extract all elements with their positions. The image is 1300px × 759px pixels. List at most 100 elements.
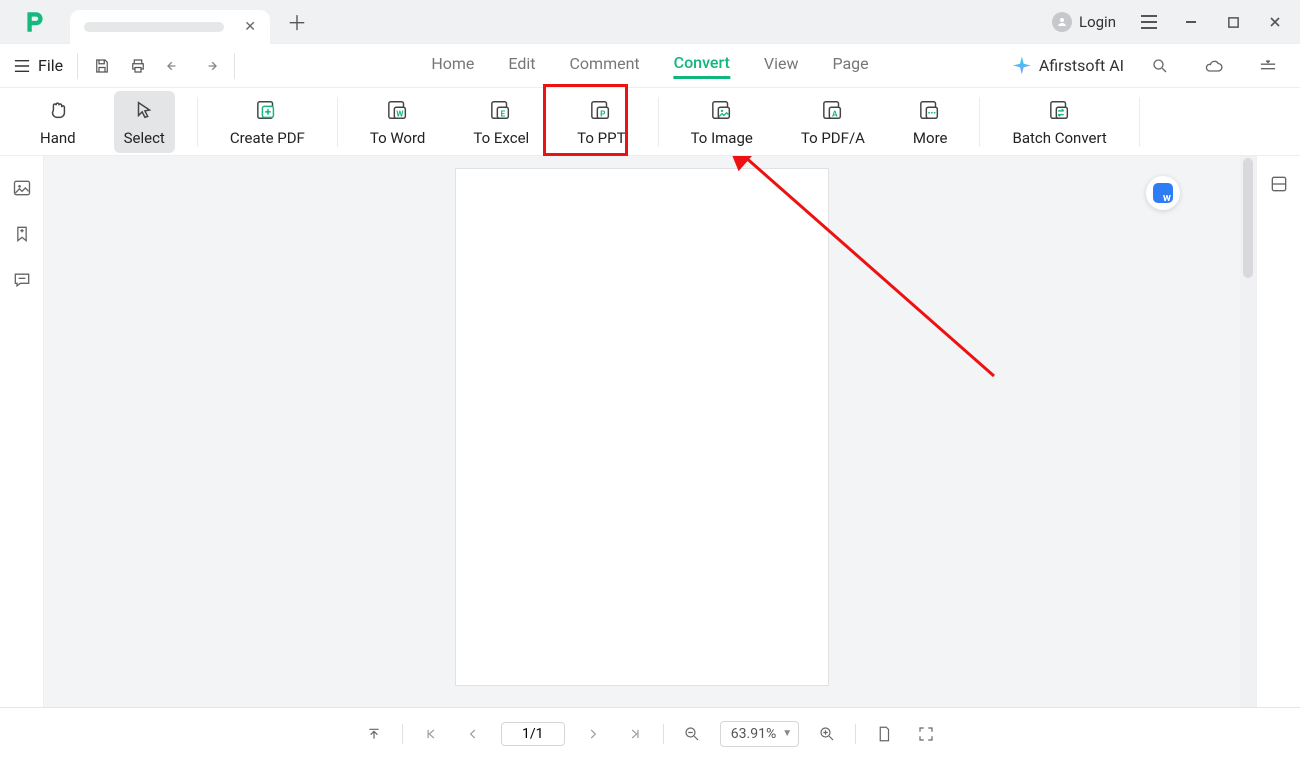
- to-excel-button[interactable]: E To Excel: [463, 91, 539, 153]
- more-icon: [917, 97, 943, 123]
- collapse-ribbon-button[interactable]: [1250, 50, 1286, 82]
- document-canvas[interactable]: [44, 156, 1240, 707]
- svg-text:E: E: [501, 109, 506, 119]
- word-doc-icon: W: [385, 97, 411, 123]
- batch-convert-label: Batch Convert: [1012, 129, 1106, 147]
- tab-edit[interactable]: Edit: [508, 54, 535, 77]
- redo-button[interactable]: [192, 50, 228, 82]
- bookmarks-panel-button[interactable]: [8, 220, 36, 248]
- fullscreen-button[interactable]: [912, 720, 940, 748]
- to-ppt-label: To PPT: [577, 129, 625, 147]
- print-icon: [129, 57, 147, 75]
- ai-assistant-button[interactable]: Afirstsoft AI: [1013, 56, 1124, 75]
- titlebar: ✕ ＋ Login: [0, 0, 1300, 44]
- login-label: Login: [1079, 13, 1116, 31]
- fullscreen-icon: [917, 725, 935, 743]
- comments-panel-button[interactable]: [8, 266, 36, 294]
- to-excel-label: To Excel: [473, 129, 529, 147]
- undo-button[interactable]: [156, 50, 192, 82]
- print-button[interactable]: [120, 50, 156, 82]
- tab-convert[interactable]: Convert: [674, 53, 730, 79]
- to-image-label: To Image: [691, 129, 753, 147]
- ribbon-toolbar: Hand Select Create PDF W To Word E: [0, 88, 1300, 156]
- sparkle-icon: [1013, 57, 1031, 75]
- vertical-scrollbar[interactable]: [1240, 156, 1256, 707]
- hand-label: Hand: [40, 129, 76, 147]
- to-ppt-button[interactable]: P To PPT: [567, 91, 635, 153]
- to-word-button[interactable]: W To Word: [360, 91, 436, 153]
- properties-panel-button[interactable]: [1269, 174, 1289, 194]
- document-tab[interactable]: ✕: [70, 10, 270, 44]
- search-button[interactable]: [1142, 50, 1178, 82]
- more-convert-button[interactable]: More: [903, 91, 958, 153]
- select-tool-button[interactable]: Select: [114, 91, 175, 153]
- divider: [77, 53, 78, 79]
- panel-icon: [1269, 174, 1289, 194]
- file-menu-button[interactable]: File: [6, 52, 71, 79]
- fit-page-button[interactable]: [870, 720, 898, 748]
- next-page-button[interactable]: [579, 720, 607, 748]
- word-badge-icon: [1153, 183, 1173, 203]
- avatar-icon: [1052, 12, 1072, 32]
- minimize-button[interactable]: [1174, 7, 1208, 37]
- right-sidebar: [1256, 156, 1300, 707]
- create-pdf-button[interactable]: Create PDF: [220, 91, 315, 153]
- to-image-button[interactable]: To Image: [681, 91, 763, 153]
- ribbon-group-batch: Batch Convert: [980, 91, 1138, 153]
- thumbnails-panel-button[interactable]: [8, 174, 36, 202]
- tab-comment[interactable]: Comment: [570, 54, 640, 77]
- app-menu-button[interactable]: [1132, 7, 1166, 37]
- divider: [855, 724, 856, 744]
- divider: [663, 724, 664, 744]
- prev-page-button[interactable]: [459, 720, 487, 748]
- app-logo: [0, 9, 70, 35]
- ribbon-group-tools: Hand Select: [8, 91, 197, 153]
- page-number-input[interactable]: [501, 722, 565, 746]
- chevron-right-icon: [586, 727, 600, 741]
- menubar-right: Afirstsoft AI: [1013, 50, 1286, 82]
- divider: [402, 724, 403, 744]
- close-window-button[interactable]: [1258, 7, 1292, 37]
- zoom-level-select[interactable]: 63.91% ▼: [720, 721, 799, 747]
- svg-text:P: P: [601, 109, 606, 119]
- convert-to-word-badge[interactable]: [1146, 176, 1180, 210]
- close-tab-button[interactable]: ✕: [240, 19, 260, 35]
- pdfa-doc-icon: A: [820, 97, 846, 123]
- image-doc-icon: [709, 97, 735, 123]
- last-page-button[interactable]: [621, 720, 649, 748]
- zoom-out-button[interactable]: [678, 720, 706, 748]
- cloud-button[interactable]: [1196, 50, 1232, 82]
- hand-tool-button[interactable]: Hand: [30, 91, 86, 153]
- first-page-button[interactable]: [417, 720, 445, 748]
- zoom-in-button[interactable]: [813, 720, 841, 748]
- ribbon-group-convert: W To Word E To Excel P To PPT: [338, 91, 658, 153]
- zoom-out-icon: [683, 725, 701, 743]
- scrollbar-thumb[interactable]: [1243, 158, 1253, 278]
- to-pdfa-button[interactable]: A To PDF/A: [791, 91, 875, 153]
- scroll-top-button[interactable]: [360, 720, 388, 748]
- tab-view[interactable]: View: [764, 54, 799, 77]
- batch-convert-icon: [1047, 97, 1073, 123]
- to-pdfa-label: To PDF/A: [801, 129, 865, 147]
- collapse-icon: [1260, 59, 1276, 73]
- ai-label: Afirstsoft AI: [1039, 56, 1124, 75]
- cloud-icon: [1204, 58, 1224, 74]
- ribbon-group-convert-2: To Image A To PDF/A More: [659, 91, 980, 153]
- zoom-value: 63.91%: [731, 726, 776, 742]
- first-page-icon: [424, 727, 438, 741]
- create-pdf-icon: [254, 97, 280, 123]
- tab-home[interactable]: Home: [431, 54, 474, 77]
- select-label: Select: [124, 129, 165, 147]
- main-tabs: Home Edit Comment Convert View Page: [431, 53, 868, 79]
- login-button[interactable]: Login: [1044, 8, 1124, 36]
- bookmark-add-icon: [12, 224, 32, 244]
- batch-convert-button[interactable]: Batch Convert: [1002, 91, 1116, 153]
- tab-page[interactable]: Page: [832, 54, 868, 77]
- save-button[interactable]: [84, 50, 120, 82]
- hand-icon: [45, 97, 71, 123]
- new-tab-button[interactable]: ＋: [282, 7, 312, 37]
- page-preview: [455, 168, 829, 686]
- maximize-button[interactable]: [1216, 7, 1250, 37]
- search-icon: [1151, 57, 1169, 75]
- undo-icon: [165, 57, 183, 75]
